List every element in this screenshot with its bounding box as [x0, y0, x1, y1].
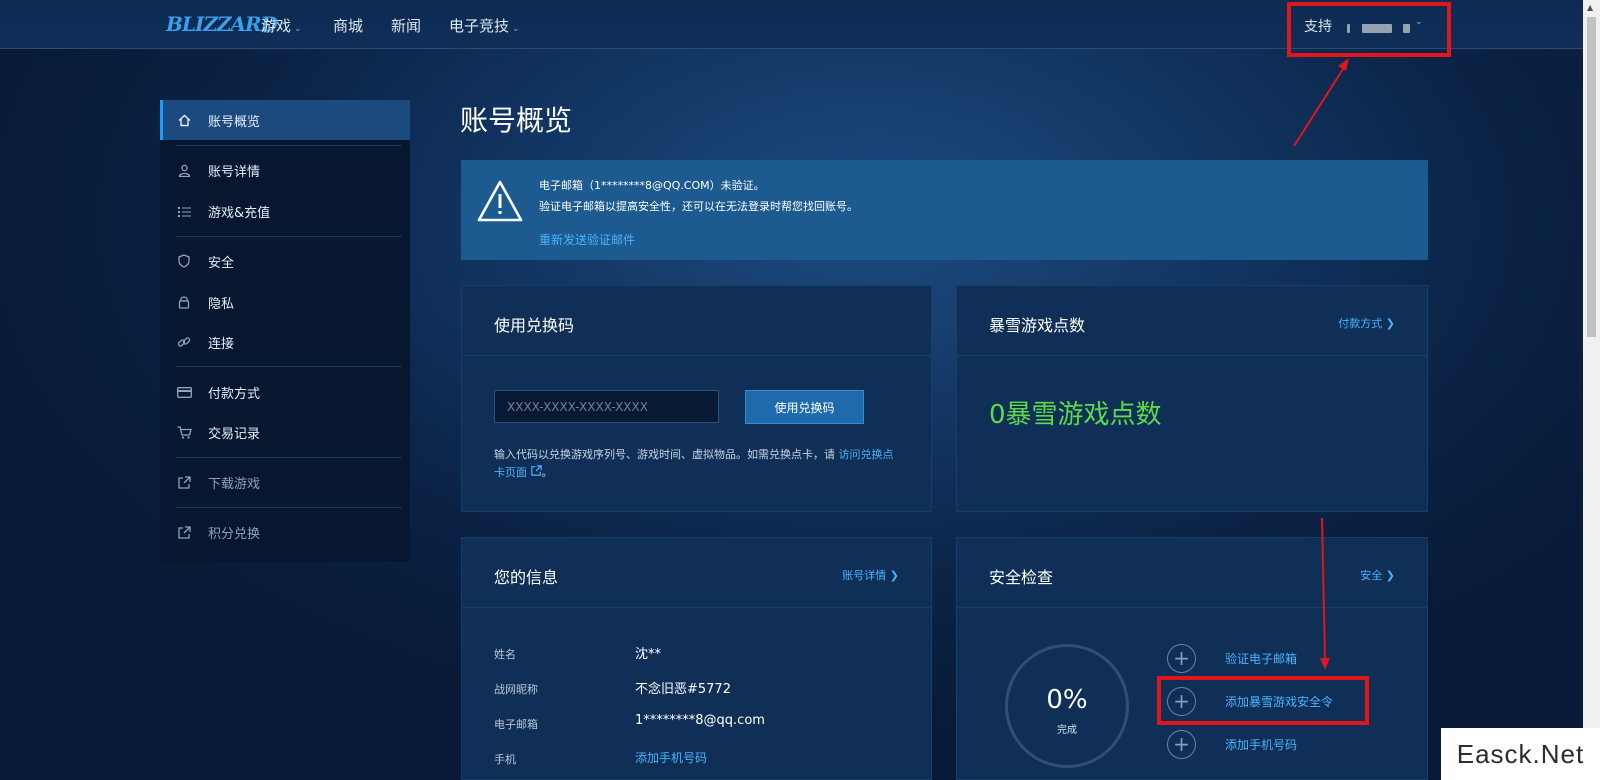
arrowhead: [1320, 658, 1330, 670]
scrollbar-thumb[interactable]: [1587, 17, 1596, 337]
scroll-up-arrow-icon[interactable]: ▲: [1587, 3, 1593, 12]
annotation-arrows: [1293, 58, 1349, 670]
watermark: Easck.Net: [1441, 728, 1600, 780]
arrowhead: [1338, 58, 1349, 71]
